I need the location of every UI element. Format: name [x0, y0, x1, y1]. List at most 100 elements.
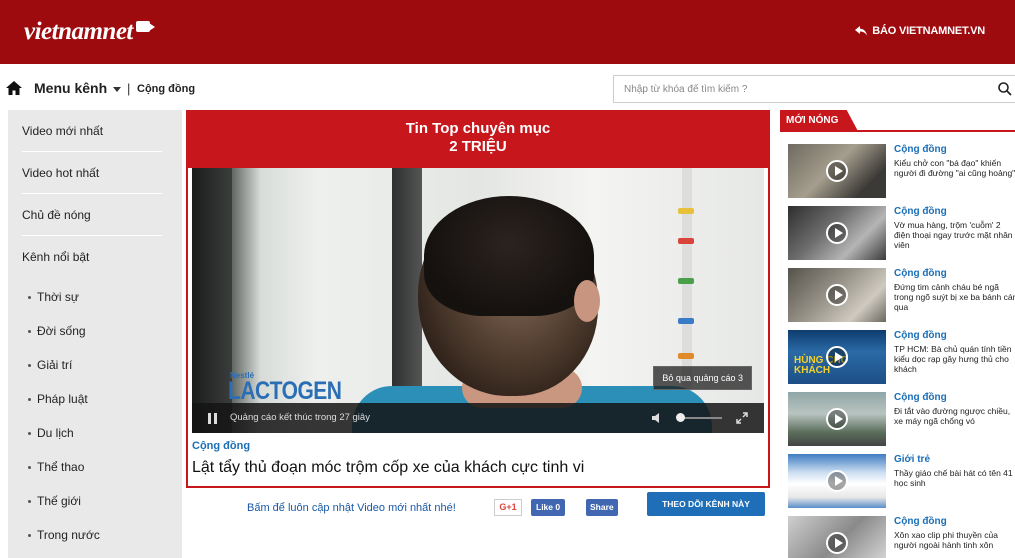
player-controls: Quảng cáo kết thúc trong 27 giây — [192, 403, 764, 433]
hot-news-item[interactable]: Cộng đồng Vờ mua hàng, trộm 'cuỗm' 2 điệ… — [788, 206, 1015, 264]
top-header-bar: vietnamnet BÁO VIETNAMNET.VN — [0, 0, 1015, 64]
back-to-vietnamnet-link[interactable]: BÁO VIETNAMNET.VN — [855, 25, 985, 37]
hot-news-title[interactable]: Kiểu chở con "bá đạo" khiến người đi đườ… — [894, 158, 1015, 178]
hot-news-item[interactable]: Giới trẻ Thầy giáo chế bài hát có tên 41… — [788, 454, 1015, 512]
hot-news-title[interactable]: TP HCM: Bà chủ quán tính tiền kiểu dọc r… — [894, 344, 1015, 374]
vietnamnet-logo[interactable]: vietnamnet — [24, 18, 155, 46]
sidebar-subitem-doi-song[interactable]: Đời sống — [28, 314, 202, 348]
search-box — [613, 75, 1015, 103]
reply-arrow-icon — [855, 26, 868, 36]
video-frame-detail — [678, 238, 694, 244]
hot-news-item[interactable]: Cộng đồng Kiểu chở con "bá đạo" khiến ng… — [788, 144, 1015, 202]
volume-icon[interactable] — [652, 413, 664, 423]
sidebar-subitem-label: Thể thao — [37, 460, 85, 474]
hot-news-title[interactable]: Xôn xao clip phi thuyền của người ngoài … — [894, 530, 1015, 550]
bullet — [28, 296, 31, 300]
card-heading-line2: 2 TRIỆU — [449, 138, 507, 155]
breadcrumb[interactable]: Cộng đồng — [137, 83, 195, 95]
sidebar-item-video-hot-nhat[interactable]: Video hot nhất — [22, 152, 162, 194]
bullet — [28, 534, 31, 538]
card-category[interactable]: Cộng đồng — [192, 440, 250, 452]
home-icon[interactable] — [6, 81, 22, 95]
video-thumbnail[interactable] — [788, 144, 886, 198]
bullet — [28, 432, 31, 436]
follow-channel-button[interactable]: THEO DÕI KÊNH NÀY — [647, 492, 765, 516]
sidebar-subitem-label: Pháp luật — [37, 392, 88, 406]
video-thumbnail[interactable] — [788, 392, 886, 446]
skip-ad-button[interactable]: Bỏ qua quảng cáo 3 — [653, 366, 752, 390]
facebook-like-button[interactable]: Like 0 — [531, 499, 566, 516]
hot-news-category[interactable]: Cộng đồng — [894, 144, 947, 155]
video-frame-detail — [678, 318, 694, 324]
video-frame-background — [192, 168, 232, 433]
facebook-share-button[interactable]: Share — [586, 499, 618, 516]
menu-kenh-label: Menu kênh — [34, 80, 108, 96]
video-frame-detail — [678, 353, 694, 359]
play-icon — [826, 346, 848, 368]
hot-news-item[interactable]: Cộng đồng Xôn xao clip phi thuyền của ng… — [788, 516, 1015, 558]
bullet — [28, 364, 31, 368]
subscribe-prompt: Bấm để luôn cập nhật Video mới nhất nhé! — [247, 502, 456, 514]
sidebar-subitem-label: Thế giới — [37, 494, 81, 508]
sidebar-subitem-du-lich[interactable]: Du lịch — [28, 416, 202, 450]
hot-news-title[interactable]: Đi tắt vào đường ngược chiều, xe máy ngã… — [894, 406, 1015, 426]
video-thumbnail[interactable] — [788, 268, 886, 322]
hot-news-category[interactable]: Giới trẻ — [894, 454, 930, 465]
ad-countdown: Quảng cáo kết thúc trong 27 giây — [230, 412, 370, 423]
hot-news-category[interactable]: Cộng đồng — [894, 392, 947, 403]
sidebar: Video mới nhất Video hot nhất Chủ đề nón… — [8, 110, 182, 558]
play-icon — [826, 284, 848, 306]
video-thumbnail[interactable]: HÙNG CHO KHÁCH — [788, 330, 886, 384]
play-icon — [826, 470, 848, 492]
chevron-down-icon — [113, 86, 122, 92]
sidebar-item-kenh-noi-bat[interactable]: Kênh nổi bật — [22, 236, 162, 278]
sidebar-subitem-label: Giải trí — [37, 358, 73, 372]
hot-news-header: MỚI NÓNG — [780, 110, 1015, 132]
search-icon[interactable] — [997, 81, 1013, 97]
sidebar-subitem-thoi-su[interactable]: Thời sự — [28, 280, 202, 314]
featured-video-card: Tin Top chuyên mục 2 TRIỆU Nestlé LACTOG… — [186, 110, 770, 488]
hot-news-item[interactable]: HÙNG CHO KHÁCH Cộng đồng TP HCM: Bà chủ … — [788, 330, 1015, 388]
hot-news-category[interactable]: Cộng đồng — [894, 268, 947, 279]
hot-news-category[interactable]: Cộng đồng — [894, 516, 947, 527]
sidebar-subitem-label: Thời sự — [37, 290, 79, 304]
video-thumbnail[interactable] — [788, 454, 886, 508]
hot-news-category[interactable]: Cộng đồng — [894, 330, 947, 341]
play-icon — [826, 222, 848, 244]
hot-news-tab[interactable]: MỚI NÓNG — [780, 110, 859, 132]
back-link-label: BÁO VIETNAMNET.VN — [872, 25, 985, 37]
hot-news-category[interactable]: Cộng đồng — [894, 206, 947, 217]
sidebar-subitem-label: Du lịch — [37, 426, 74, 440]
video-frame-detail — [678, 278, 694, 284]
sidebar-subitem-trong-nuoc[interactable]: Trong nước — [28, 518, 202, 552]
sidebar-item-chu-de-nong[interactable]: Chủ đề nóng — [22, 194, 162, 236]
video-thumbnail[interactable] — [788, 516, 886, 558]
play-icon — [826, 532, 848, 554]
card-heading: Tin Top chuyên mục 2 TRIỆU — [188, 112, 768, 168]
search-input[interactable] — [614, 76, 974, 102]
play-icon — [826, 408, 848, 430]
menu-kenh-dropdown[interactable]: Menu kênh — [34, 80, 122, 96]
sidebar-subitem-the-thao[interactable]: Thể thao — [28, 450, 202, 484]
sidebar-item-video-moi-nhat[interactable]: Video mới nhất — [22, 110, 162, 152]
video-frame-subject — [574, 280, 600, 322]
card-title[interactable]: Lật tẩy thủ đoạn móc trộm cốp xe của khá… — [192, 459, 584, 477]
pause-icon[interactable] — [208, 413, 218, 424]
hot-news-panel: MỚI NÓNG Cộng đồng Kiểu chở con "bá đạo"… — [780, 110, 1015, 558]
google-plus-button[interactable]: G+1 — [494, 499, 522, 516]
volume-slider-knob[interactable] — [676, 413, 685, 422]
camera-icon — [135, 20, 155, 32]
video-thumbnail[interactable] — [788, 206, 886, 260]
hot-news-title[interactable]: Thầy giáo chế bài hát có tên 41 học sinh — [894, 468, 1015, 488]
sidebar-subitem-the-gioi[interactable]: Thế giới — [28, 484, 202, 518]
fullscreen-icon[interactable] — [736, 412, 748, 424]
logo-text: vietnamnet — [24, 18, 133, 45]
video-player[interactable]: Nestlé LACTOGEN Bỏ qua quảng cáo 3 Quảng… — [192, 168, 764, 433]
bullet — [28, 398, 31, 402]
hot-news-item[interactable]: Cộng đồng Đứng tim cảnh cháu bé ngã tron… — [788, 268, 1015, 326]
sidebar-subitem-phap-luat[interactable]: Pháp luật — [28, 382, 202, 416]
sidebar-subitem-giai-tri[interactable]: Giải trí — [28, 348, 202, 382]
hot-news-item[interactable]: Cộng đồng Đi tắt vào đường ngược chiều, … — [788, 392, 1015, 450]
hot-news-title[interactable]: Đứng tim cảnh cháu bé ngã trong ngõ suýt… — [894, 282, 1015, 312]
hot-news-title[interactable]: Vờ mua hàng, trộm 'cuỗm' 2 điện thoại ng… — [894, 220, 1015, 250]
